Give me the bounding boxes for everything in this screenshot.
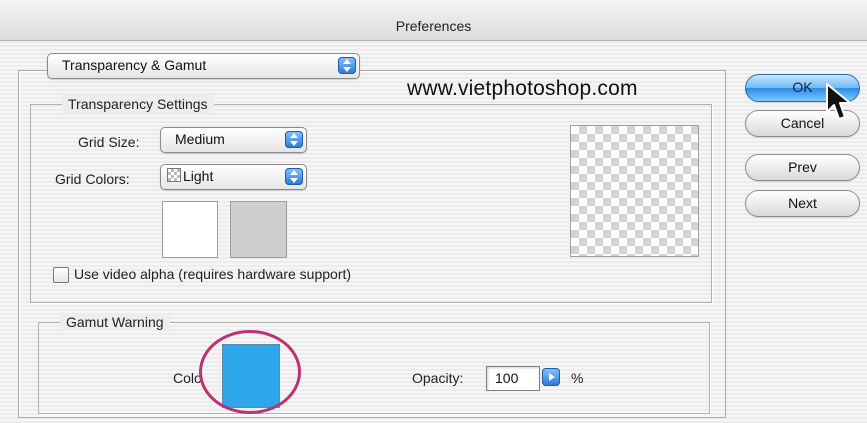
window-title: Preferences [395, 18, 472, 34]
cancel-button-label: Cancel [780, 115, 825, 131]
grid-color-swatch-1[interactable] [162, 201, 218, 258]
grid-size-label: Grid Size: [78, 134, 140, 150]
video-alpha-label[interactable]: Use video alpha (requires hardware suppo… [74, 266, 351, 282]
next-button-label: Next [788, 195, 817, 211]
grid-size-value: Medium [175, 131, 225, 147]
gamut-warning-group [38, 322, 710, 414]
opacity-value: 100 [495, 370, 519, 386]
preferences-window: Preferences Transparency & Gamut www.vie… [0, 0, 867, 423]
grid-preview-icon [167, 168, 181, 182]
opacity-unit: % [571, 370, 584, 386]
popup-arrows-icon [285, 168, 303, 185]
next-button[interactable]: Next [745, 190, 860, 217]
grid-colors-value: Light [183, 168, 214, 184]
popup-arrows-icon [338, 57, 356, 74]
ok-button-label: OK [792, 79, 813, 95]
ok-button[interactable]: OK [745, 74, 860, 102]
section-popup[interactable]: Transparency & Gamut [47, 53, 360, 79]
grid-color-swatch-2[interactable] [230, 201, 287, 258]
opacity-label: Opacity: [412, 370, 464, 386]
grid-size-popup[interactable]: Medium [160, 127, 307, 153]
grid-colors-label: Grid Colors: [55, 171, 130, 187]
grid-colors-popup[interactable]: Light [160, 164, 307, 190]
window-titlebar: Preferences [0, 0, 867, 41]
section-popup-value: Transparency & Gamut [62, 57, 207, 73]
prev-button-label: Prev [788, 159, 817, 175]
gamut-color-swatch[interactable] [222, 344, 280, 408]
gamut-color-label: Colo [173, 370, 202, 386]
video-alpha-checkbox[interactable] [53, 267, 69, 283]
opacity-input[interactable]: 100 [486, 366, 540, 391]
grid-colors-display: Light [167, 168, 213, 184]
watermark-text: www.vietphotoshop.com [407, 77, 638, 100]
prev-button[interactable]: Prev [745, 154, 860, 181]
gamut-warning-title: Gamut Warning [60, 313, 170, 331]
popup-arrows-icon [285, 131, 303, 148]
transparency-settings-title: Transparency Settings [62, 95, 214, 113]
cancel-button[interactable]: Cancel [745, 110, 860, 137]
transparency-preview [570, 125, 699, 257]
opacity-stepper-button[interactable] [542, 368, 560, 386]
